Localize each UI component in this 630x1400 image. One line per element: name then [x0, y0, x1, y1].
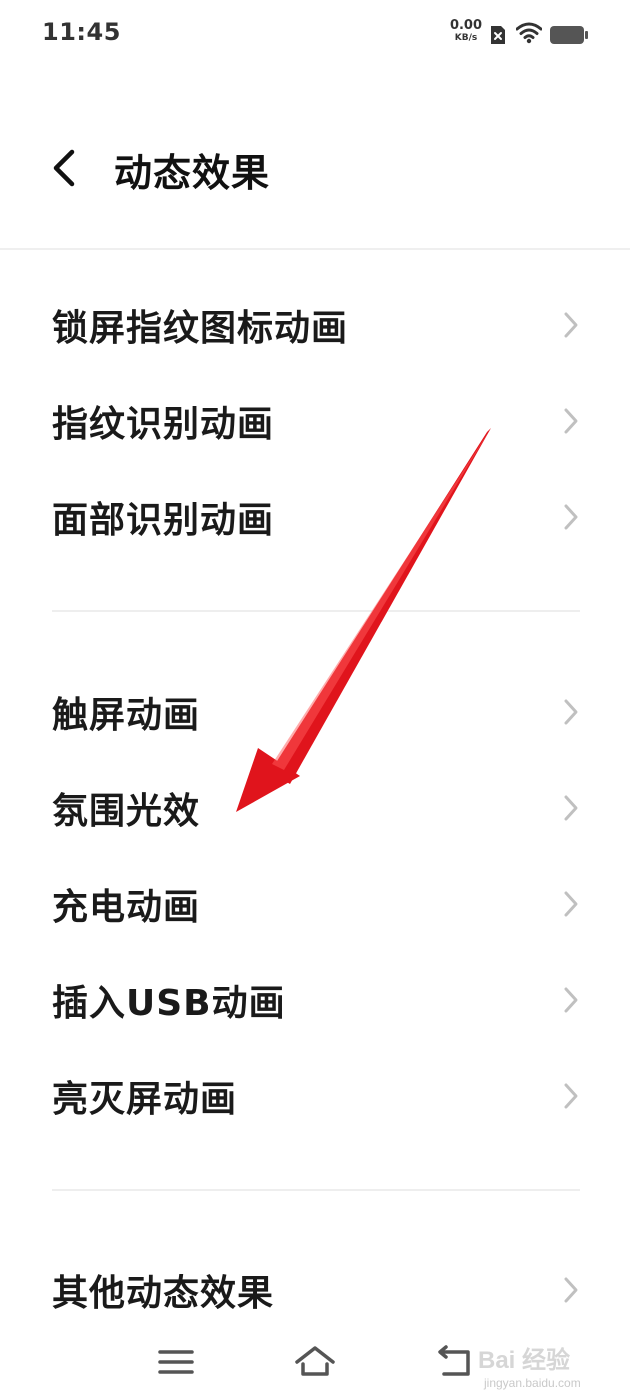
header-divider	[0, 248, 630, 250]
wifi-icon	[516, 22, 542, 44]
header: 动态效果	[0, 120, 630, 210]
menu-button[interactable]	[154, 1342, 198, 1382]
network-speed-unit: KB/s	[454, 33, 478, 43]
sim-x-icon	[491, 26, 505, 44]
list-item-charging-animation[interactable]: 充电动画	[0, 856, 630, 952]
back-button[interactable]	[40, 144, 88, 192]
chevron-right-icon	[564, 1277, 578, 1303]
list-item-label: 面部识别动画	[52, 500, 275, 541]
section-divider	[52, 610, 580, 612]
menu-icon	[158, 1350, 194, 1374]
status-bar: 11:45 0.00 KB/s	[0, 0, 630, 70]
watermark: Bai 经验 jingyan.baidu.com	[478, 1330, 628, 1398]
chevron-left-icon	[53, 149, 75, 187]
list-item-label: 指纹识别动画	[52, 404, 275, 445]
chevron-right-icon	[564, 504, 578, 530]
list-item-label: 锁屏指纹图标动画	[52, 308, 349, 349]
list-item-lockscreen-fingerprint-icon-animation[interactable]: 锁屏指纹图标动画	[0, 277, 630, 373]
list-item-label: 氛围光效	[52, 791, 201, 832]
list-item-label: 充电动画	[52, 887, 201, 928]
network-speed: 0.00 KB/s	[446, 18, 486, 44]
chevron-right-icon	[564, 891, 578, 917]
chevron-right-icon	[564, 987, 578, 1013]
list-item-other-dynamic-effects[interactable]: 其他动态效果	[0, 1242, 630, 1338]
list-item-label: 插入USB动画	[52, 983, 286, 1024]
home-icon	[295, 1346, 335, 1376]
chevron-right-icon	[564, 408, 578, 434]
back-return-icon	[438, 1345, 470, 1376]
network-speed-value: 0.00	[449, 18, 483, 33]
chevron-right-icon	[564, 1083, 578, 1109]
watermark-logo-text: Bai 经验	[478, 1347, 571, 1374]
list-item-label: 触屏动画	[52, 695, 201, 736]
chevron-right-icon	[564, 699, 578, 725]
watermark-url: jingyan.baidu.com	[484, 1376, 581, 1390]
list-item-fingerprint-recognition-animation[interactable]: 指纹识别动画	[0, 373, 630, 469]
home-button[interactable]	[293, 1342, 337, 1382]
status-time: 11:45	[42, 18, 121, 46]
back-return-button[interactable]	[432, 1342, 476, 1382]
chevron-right-icon	[564, 795, 578, 821]
list-item-touch-animation[interactable]: 触屏动画	[0, 664, 630, 760]
list-item-screen-on-off-animation[interactable]: 亮灭屏动画	[0, 1048, 630, 1144]
list-item-label: 其他动态效果	[52, 1273, 275, 1314]
list-item-ambient-light-effect[interactable]: 氛围光效	[0, 760, 630, 856]
list-item-usb-insert-animation[interactable]: 插入USB动画	[0, 952, 630, 1048]
page-title: 动态效果	[114, 151, 271, 195]
battery-icon	[550, 26, 588, 44]
list-item-face-recognition-animation[interactable]: 面部识别动画	[0, 469, 630, 565]
list-item-label: 亮灭屏动画	[52, 1079, 238, 1120]
chevron-right-icon	[564, 312, 578, 338]
section-divider	[52, 1189, 580, 1191]
